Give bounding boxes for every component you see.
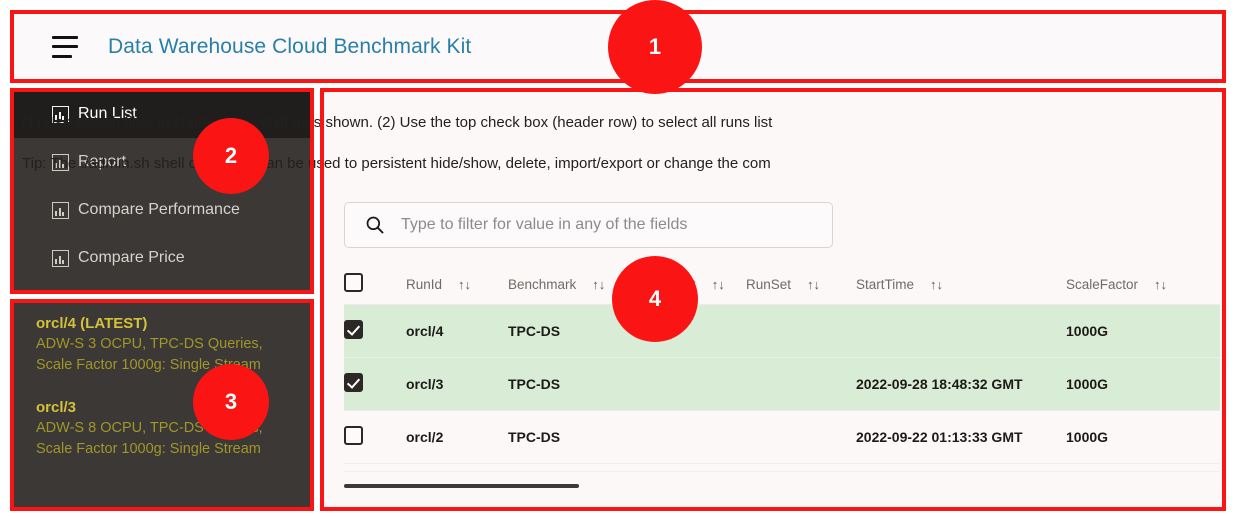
cell-environment — [620, 304, 746, 358]
list-item[interactable]: orcl/3 ADW-S 8 OCPU, TPC-DS Queries, Sca… — [36, 398, 294, 460]
row-select-cell — [344, 304, 406, 358]
table-row[interactable]: orcl/3 TPC-DS 2022-09-28 18:48:32 GMT 10… — [344, 357, 1220, 411]
sort-icon[interactable]: ↑↓ — [592, 277, 605, 292]
column-label: StartTime — [856, 276, 915, 292]
row-checkbox[interactable] — [344, 320, 363, 339]
sort-icon[interactable]: ↑↓ — [1154, 277, 1167, 292]
list-item[interactable]: orcl/4 (LATEST) ADW-S 3 OCPU, TPC-DS Que… — [36, 314, 294, 376]
cell-benchmark: TPC-DS — [508, 410, 620, 464]
select-all-checkbox[interactable] — [344, 273, 363, 292]
sort-icon[interactable]: ↑↓ — [458, 277, 471, 292]
sort-icon[interactable]: ↑↓ — [930, 277, 943, 292]
sidebar-item-label: Compare Price — [78, 249, 185, 266]
app-window: Data Warehouse Cloud Benchmark Kit Run L… — [0, 0, 1237, 517]
search-filter[interactable] — [344, 202, 833, 248]
cell-benchmark: TPC-DS — [508, 357, 620, 411]
cell-starttime: 2022-09-22 01:13:33 GMT — [856, 410, 1066, 464]
sort-icon[interactable]: ↑↓ — [807, 277, 820, 292]
row-select-cell — [344, 357, 406, 411]
column-label: ScaleFactor — [1066, 276, 1139, 292]
cell-environment — [620, 410, 746, 464]
search-icon — [366, 216, 384, 234]
cell-scalefactor: 1000G — [1066, 410, 1220, 464]
column-header-environment[interactable]: Environment ↑↓ — [620, 264, 746, 305]
column-header-starttime[interactable]: StartTime ↑↓ — [856, 264, 1066, 305]
column-header-runid[interactable]: RunId ↑↓ — [406, 264, 508, 305]
column-header-benchmark[interactable]: Benchmark ↑↓ — [508, 264, 620, 305]
column-header-scalefactor[interactable]: ScaleFactor ↑↓ — [1066, 264, 1220, 305]
cell-runid: orcl/4 — [406, 304, 508, 358]
cell-runset — [746, 304, 856, 358]
cell-starttime: 2022-09-28 18:48:32 GMT — [856, 357, 1066, 411]
select-all-header — [344, 264, 406, 305]
hamburger-icon[interactable] — [52, 35, 82, 58]
sort-icon[interactable]: ↑↓ — [712, 277, 725, 292]
search-input[interactable] — [399, 215, 803, 235]
column-label: RunId — [406, 276, 443, 292]
horizontal-scrollbar[interactable] — [344, 484, 579, 488]
cell-runset — [746, 357, 856, 411]
selected-runs-panel: orcl/4 (LATEST) ADW-S 3 OCPU, TPC-DS Que… — [14, 302, 310, 510]
cell-scalefactor: 1000G — [1066, 357, 1220, 411]
column-label: Benchmark — [508, 276, 577, 292]
cell-runid: orcl/2 — [406, 410, 508, 464]
runs-table: RunId ↑↓ Benchmark ↑↓ Environment ↑↓ Run… — [344, 264, 1220, 464]
cell-benchmark: TPC-DS — [508, 304, 620, 358]
column-header-runset[interactable]: RunSet ↑↓ — [746, 264, 856, 305]
bar-chart-icon — [52, 201, 69, 219]
sidebar-item-compare-performance[interactable]: Compare Performance — [14, 186, 310, 234]
run-description: ADW-S 8 OCPU, TPC-DS Queries, Scale Fact… — [36, 420, 263, 457]
app-header: Data Warehouse Cloud Benchmark Kit — [14, 14, 1222, 79]
row-select-cell — [344, 410, 406, 464]
bar-chart-icon — [52, 249, 69, 267]
run-title: orcl/3 — [36, 399, 77, 416]
sidebar-item-label: Compare Performance — [78, 201, 240, 218]
run-description: ADW-S 3 OCPU, TPC-DS Queries, Scale Fact… — [36, 336, 263, 373]
table-row[interactable]: orcl/2 TPC-DS 2022-09-22 01:13:33 GMT 10… — [344, 410, 1220, 464]
instruction-line-2: Tip: The ./admin.sh shell command can be… — [22, 155, 771, 172]
cell-runid: orcl/3 — [406, 357, 508, 411]
cell-starttime — [856, 304, 1066, 358]
row-checkbox[interactable] — [344, 373, 363, 392]
table-header-row: RunId ↑↓ Benchmark ↑↓ Environment ↑↓ Run… — [344, 264, 1220, 305]
row-checkbox[interactable] — [344, 426, 363, 445]
run-title: orcl/4 (LATEST) — [36, 315, 148, 332]
column-label: Environment — [620, 276, 696, 292]
cell-environment — [620, 357, 746, 411]
instruction-line-1: (1) Use search filter to shorten the lis… — [22, 114, 773, 131]
cell-runset — [746, 410, 856, 464]
cell-scalefactor: 1000G — [1066, 304, 1220, 358]
table-row[interactable]: orcl/4 TPC-DS 1000G — [344, 304, 1220, 358]
table-bottom-divider — [344, 471, 1220, 472]
page-title: Data Warehouse Cloud Benchmark Kit — [108, 34, 472, 58]
column-label: RunSet — [746, 276, 792, 292]
sidebar-item-compare-price[interactable]: Compare Price — [14, 234, 310, 282]
